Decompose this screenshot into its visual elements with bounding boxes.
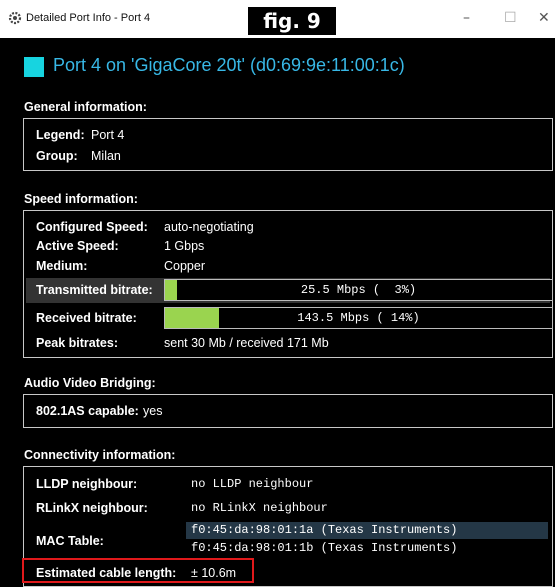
mac-table-label: MAC Table:	[36, 534, 104, 548]
configured-speed-value: auto-negotiating	[164, 220, 254, 234]
transmitted-label: Transmitted bitrate:	[36, 283, 153, 297]
group-label: Group:	[36, 149, 78, 163]
speed-info-box: Configured Speed: auto-negotiating Activ…	[23, 210, 553, 358]
port-color-swatch	[24, 57, 44, 77]
lldp-value: no LLDP neighbour	[191, 477, 314, 491]
legend-label: Legend:	[36, 128, 85, 142]
window-title: Detailed Port Info - Port 4	[26, 12, 151, 24]
general-info-box: Legend: Port 4 Group: Milan	[23, 118, 553, 171]
title-bar: Detailed Port Info - Port 4 fig. 9 – ☐ ✕	[0, 0, 555, 38]
received-bitrate-text: 143.5 Mbps ( 14%)	[297, 311, 420, 325]
mac-entry[interactable]: f0:45:da:98:01:1a (Texas Instruments)	[191, 523, 457, 537]
active-speed-label: Active Speed:	[36, 239, 119, 253]
group-value: Milan	[91, 149, 121, 163]
close-button[interactable]: ✕	[538, 10, 550, 26]
received-bitrate-bar: 143.5 Mbps ( 14%)	[164, 307, 553, 329]
cable-length-highlight	[22, 558, 254, 583]
lldp-label: LLDP neighbour:	[36, 477, 138, 491]
configured-speed-label: Configured Speed:	[36, 220, 148, 234]
minimize-button[interactable]: –	[463, 10, 470, 26]
rlinkx-label: RLinkX neighbour:	[36, 501, 148, 515]
rlinkx-value: no RLinkX neighbour	[191, 501, 328, 515]
general-section-title: General information:	[24, 100, 147, 114]
avb-capable-label: 802.1AS capable:	[36, 404, 139, 418]
port-header-title: Port 4 on 'GigaCore 20t' (d0:69:9e:11:00…	[53, 55, 405, 75]
avb-capable-value: yes	[143, 404, 163, 418]
active-speed-value: 1 Gbps	[164, 239, 205, 253]
port-info-panel: Port 4 on 'GigaCore 20t' (d0:69:9e:11:00…	[0, 38, 555, 587]
mac-entry[interactable]: f0:45:da:98:01:1b (Texas Instruments)	[191, 541, 457, 555]
figure-label: fig. 9	[248, 7, 336, 35]
medium-value: Copper	[164, 259, 205, 273]
transmitted-bitrate-text: 25.5 Mbps ( 3%)	[300, 283, 417, 297]
received-label: Received bitrate:	[36, 311, 137, 325]
avb-section-title: Audio Video Bridging:	[24, 376, 156, 390]
gear-icon	[8, 11, 22, 25]
legend-value: Port 4	[91, 128, 125, 142]
transmitted-bitrate-bar: 25.5 Mbps ( 3%)	[164, 279, 553, 301]
peak-bitrates-label: Peak bitrates:	[36, 336, 118, 350]
medium-label: Medium:	[36, 259, 88, 273]
maximize-button[interactable]: ☐	[504, 10, 517, 26]
avb-info-box: 802.1AS capable: yes	[23, 394, 553, 428]
connectivity-section-title: Connectivity information:	[24, 448, 176, 462]
speed-section-title: Speed information:	[24, 192, 138, 206]
peak-bitrates-value: sent 30 Mb / received 171 Mb	[164, 336, 329, 350]
